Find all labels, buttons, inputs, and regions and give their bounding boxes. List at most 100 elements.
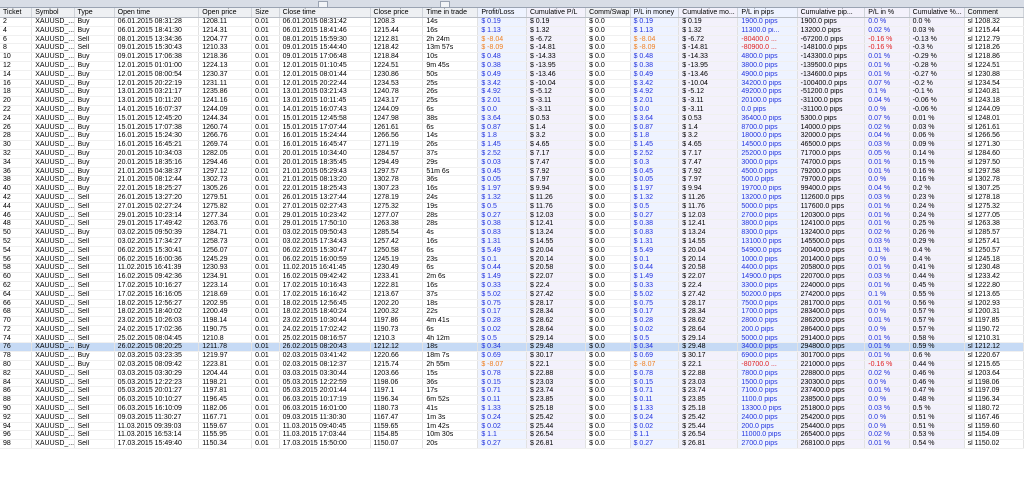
cell-pl-money: $ 0.0 <box>630 105 680 115</box>
table-row[interactable]: 42 XAUUSD_... Sell 26.01.2015 13:27:20 1279.… <box>0 193 1024 203</box>
cell-pl-percent: 0.0 % <box>864 255 910 265</box>
table-row[interactable]: 20 XAUUSD_... Buy 13.01.2015 10:11:20 1241.1… <box>0 96 1024 106</box>
column-header-pl-money[interactable]: P/L in money <box>630 8 680 18</box>
cell-type: Sell <box>74 325 115 335</box>
column-header-comment[interactable]: Comment <box>964 8 1024 18</box>
table-row[interactable]: 32 XAUUSD_... Buy 20.01.2015 10:34:03 1282.0… <box>0 149 1024 159</box>
cell-close-price: 1294.49 <box>370 158 424 168</box>
cell-cumulative-pl: $ 7.17 <box>526 149 587 159</box>
column-header-open-time[interactable]: Open time <box>114 8 200 18</box>
cell-close-price: 1247.98 <box>370 114 424 124</box>
cell-cumulative-pl: $ 25.44 <box>526 422 587 432</box>
table-row[interactable]: 68 XAUUSD_... Sell 18.02.2015 18:40:02 1200.… <box>0 307 1024 318</box>
column-header-symbol[interactable]: Symbol <box>31 8 75 18</box>
table-row[interactable]: 34 XAUUSD_... Buy 20.01.2015 18:35:16 1294.4… <box>0 158 1024 168</box>
table-row[interactable]: 54 XAUUSD_... Sell 06.02.2015 15:30:41 1256.… <box>0 246 1024 256</box>
table-row[interactable]: 48 XAUUSD_... Sell 29.01.2015 17:49:42 1263.… <box>0 219 1024 230</box>
table-row[interactable]: 90 XAUUSD_... Sell 06.03.2015 16:10:09 1182.… <box>0 404 1024 414</box>
table-row[interactable]: 96 XAUUSD_... Sell 11.03.2015 16:53:14 1155.… <box>0 430 1024 441</box>
cell-cumulative-pl: $ 22.88 <box>526 369 587 379</box>
table-row[interactable]: 82 XAUUSD_... Sell 03.03.2015 03:30:29 1204.… <box>0 369 1024 379</box>
table-row[interactable]: 98 XAUUSD_... Sell 17.03.2015 15:49:40 1150.… <box>0 439 1024 450</box>
table-row[interactable]: 18 XAUUSD_... Buy 13.01.2015 03:21:17 1235.8… <box>0 87 1024 98</box>
column-header-profit-loss[interactable]: Profit/Loss <box>477 8 527 18</box>
table-row[interactable]: 4 XAUUSD_... Buy 06.01.2015 18:41:30 1214.31… <box>0 26 1024 36</box>
table-row[interactable]: 28 XAUUSD_... Buy 16.01.2015 15:24:30 1266.7… <box>0 131 1024 142</box>
table-row[interactable]: 38 XAUUSD_... Buy 21.01.2015 08:12:44 1302.7… <box>0 175 1024 186</box>
cell-pl-money: $ 3.64 <box>630 114 680 124</box>
cell-ticket: 92 <box>0 413 33 423</box>
table-row[interactable]: 2 XAUUSD_... Buy 06.01.2015 08:31:28 1208.11… <box>0 17 1024 27</box>
table-row[interactable]: 76 XAUUSD_... Buy 26.02.2015 08:20:25 1211.7… <box>0 342 1024 353</box>
table-row[interactable]: 16 XAUUSD_... Buy 12.01.2015 20:22:19 1231.1… <box>0 79 1024 89</box>
cell-ticket: 26 <box>0 123 33 133</box>
cell-close-time: 16.01.2015 15:24:44 <box>279 131 371 142</box>
table-row[interactable]: 52 XAUUSD_... Sell 03.02.2015 17:34:27 1258.… <box>0 237 1024 247</box>
cell-cumulative-pl: $ 1.4 <box>526 123 587 133</box>
cell-comm-swap: $ 0.0 <box>585 70 631 80</box>
table-row[interactable]: 10 XAUUSD_... Buy 09.01.2015 17:06:38 1218.3… <box>0 52 1024 62</box>
table-row[interactable]: 92 XAUUSD_... Sell 09.03.2015 11:30:27 1167.… <box>0 413 1024 423</box>
column-header-open-price[interactable]: Open price <box>198 8 253 18</box>
column-header-cumulative-percent[interactable]: Cumulative %... <box>909 8 965 18</box>
table-row[interactable]: 30 XAUUSD_... Buy 16.01.2015 16:45:21 1269.7… <box>0 140 1024 150</box>
column-header-ticket[interactable]: Ticket <box>0 8 33 18</box>
table-row[interactable]: 60 XAUUSD_... Sell 16.02.2015 09:42:36 1234.… <box>0 272 1024 282</box>
table-row[interactable]: 84 XAUUSD_... Sell 05.03.2015 12:22:23 1198.… <box>0 378 1024 388</box>
table-row[interactable]: 24 XAUUSD_... Buy 15.01.2015 12:45:20 1244.3… <box>0 114 1024 124</box>
column-header-cumulative-pl[interactable]: Cumulative P/L <box>526 8 587 18</box>
cell-close-time: 02.03.2015 03:41:42 <box>279 351 371 362</box>
table-row[interactable]: 86 XAUUSD_... Sell 05.03.2015 20:01:27 1197.… <box>0 386 1024 397</box>
table-row[interactable]: 8 XAUUSD_... Sell 09.01.2015 15:30:43 1210.3… <box>0 43 1024 54</box>
table-row[interactable]: 44 XAUUSD_... Sell 27.01.2015 02:27:24 1275.… <box>0 202 1024 212</box>
table-row[interactable]: 94 XAUUSD_... Sell 11.03.2015 09:39:03 1159.… <box>0 422 1024 432</box>
column-header-cumulative-money[interactable]: Cumulative mo... <box>678 8 739 18</box>
table-row[interactable]: 26 XAUUSD_... Buy 15.01.2015 17:07:38 1260.7… <box>0 123 1024 133</box>
column-header-close-time[interactable]: Close time <box>279 8 371 18</box>
table-row[interactable]: 58 XAUUSD_... Sell 11.02.2015 16:41:39 1230.… <box>0 263 1024 274</box>
table-row[interactable]: 6 XAUUSD_... Sell 08.01.2015 13:34:36 1204.7… <box>0 35 1024 45</box>
table-row[interactable]: 14 XAUUSD_... Buy 12.01.2015 08:00:54 1230.3… <box>0 70 1024 80</box>
column-header-type[interactable]: Type <box>74 8 115 18</box>
cell-comment: sl 1197.85 <box>964 316 1024 326</box>
table-row[interactable]: 22 XAUUSD_... Buy 14.01.2015 16:07:37 1244.0… <box>0 105 1024 115</box>
column-header-close-price[interactable]: Close price <box>370 8 424 18</box>
table-row[interactable]: 56 XAUUSD_... Sell 06.02.2015 16:00:36 1245.… <box>0 255 1024 265</box>
column-header-comm-swap[interactable]: Comm/Swap <box>585 8 631 18</box>
table-row[interactable]: 64 XAUUSD_... Sell 17.02.2015 16:16:05 1218.… <box>0 290 1024 300</box>
cell-close-time: 06.01.2015 08:31:42 <box>279 17 371 27</box>
column-header-size[interactable]: Size <box>251 8 280 18</box>
cell-open-price: 1245.29 <box>198 255 253 265</box>
cell-pl-pips: -80900.0 ... <box>737 43 798 54</box>
cell-time-in-trade: 16s <box>422 26 479 36</box>
table-row[interactable]: 74 XAUUSD_... Sell 25.02.2015 08:04:45 1210.… <box>0 334 1024 344</box>
column-header-cumulative-pips[interactable]: Cumulative pip... <box>797 8 866 18</box>
cell-open-time: 14.01.2015 16:07:37 <box>114 105 200 115</box>
table-row[interactable]: 36 XAUUSD_... Buy 21.01.2015 04:38:37 1297.1… <box>0 167 1024 177</box>
cell-open-time: 03.02.2015 09:50:39 <box>114 228 200 238</box>
table-row[interactable]: 78 XAUUSD_... Buy 02.03.2015 03:23:35 1219.9… <box>0 351 1024 362</box>
toolbar-button[interactable] <box>440 1 450 8</box>
column-header-pl-pips[interactable]: P/L in pips <box>737 8 798 18</box>
cell-type: Sell <box>74 404 115 414</box>
cell-cumulative-money: $ -13.95 <box>678 61 739 71</box>
table-row[interactable]: 50 XAUUSD_... Buy 03.02.2015 09:50:39 1284.7… <box>0 228 1024 238</box>
cell-open-price: 1219.97 <box>198 351 253 362</box>
cell-open-time: 03.02.2015 17:34:27 <box>114 237 200 247</box>
table-row[interactable]: 80 XAUUSD_... Buy 02.03.2015 08:09:42 1223.8… <box>0 360 1024 370</box>
cell-size: 0.01 <box>251 316 280 326</box>
table-row[interactable]: 88 XAUUSD_... Sell 06.03.2015 10:10:27 1196.… <box>0 395 1024 406</box>
table-row[interactable]: 62 XAUUSD_... Sell 17.02.2015 10:16:27 1223.… <box>0 281 1024 291</box>
table-row[interactable]: 46 XAUUSD_... Sell 29.01.2015 10:23:14 1277.… <box>0 211 1024 221</box>
table-row[interactable]: 12 XAUUSD_... Buy 12.01.2015 01:01:00 1224.1… <box>0 61 1024 71</box>
table-row[interactable]: 66 XAUUSD_... Sell 18.02.2015 12:56:27 1202.… <box>0 299 1024 309</box>
column-header-time-in-trade[interactable]: Time in trade <box>422 8 479 18</box>
toolbar-button[interactable] <box>318 1 328 8</box>
cell-comment: sl 1263.38 <box>964 219 1024 230</box>
column-header-pl-percent[interactable]: P/L in % <box>864 8 910 18</box>
cell-pl-money: $ 0.1 <box>630 255 680 265</box>
table-row[interactable]: 72 XAUUSD_... Sell 24.02.2015 17:02:36 1190.… <box>0 325 1024 335</box>
cell-profit-loss: $ 0.05 <box>477 175 527 186</box>
table-row[interactable]: 40 XAUUSD_... Buy 22.01.2015 18:25:27 1305.2… <box>0 184 1024 194</box>
table-row[interactable]: 70 XAUUSD_... Sell 23.02.2015 10:26:03 1198.… <box>0 316 1024 326</box>
